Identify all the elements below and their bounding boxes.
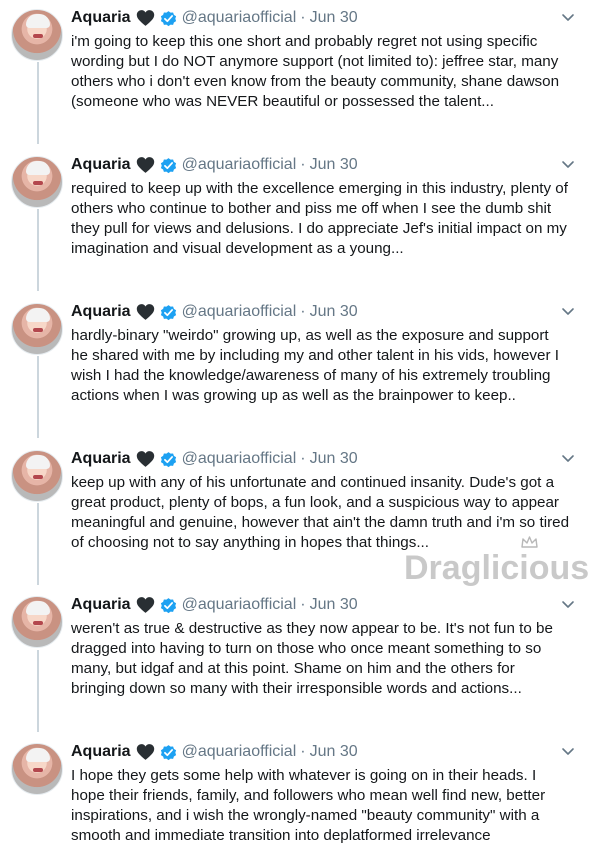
watermark: Draglicious	[404, 549, 590, 587]
tweet-header: Aquaria @aquariaofficial · Jun 30	[71, 741, 581, 763]
tweet-text-line: great product, plenty of bops, a fun loo…	[71, 494, 559, 511]
verified-badge-icon	[160, 157, 176, 173]
avatar[interactable]	[11, 743, 63, 795]
tweet[interactable]: Aquaria @aquariaofficial · Jun 30 i'm go…	[0, 7, 591, 117]
verified-badge-icon	[160, 451, 176, 467]
tweet-text-line: I hope they gets some help with whatever…	[71, 767, 537, 784]
tweet-text-line: smooth and immediate transition into dep…	[71, 827, 491, 844]
tweet-text-line: inspirations, and i wish the wrongly-nam…	[71, 807, 540, 824]
tweet-text: I hope they gets some help with whatever…	[71, 766, 586, 846]
timestamp[interactable]: Jun 30	[310, 596, 358, 614]
black-heart-icon	[136, 451, 154, 467]
display-name[interactable]: Aquaria	[71, 156, 131, 174]
black-heart-icon	[136, 157, 154, 173]
tweet-text-line: weren't as true & destructive as they no…	[71, 620, 553, 637]
tweet[interactable]: Aquaria @aquariaofficial · Jun 30 hardly…	[0, 301, 591, 411]
verified-badge-icon	[160, 744, 176, 760]
tweet-text: i'm going to keep this one short and pro…	[71, 32, 586, 112]
tweet-text-line: wording but I do NOT anymore support (no…	[71, 53, 559, 70]
tweet-text-line: meaningful and genuine, however that ain…	[71, 514, 570, 531]
tweet-text: required to keep up with the excellence …	[71, 179, 586, 259]
timestamp[interactable]: Jun 30	[310, 450, 358, 468]
handle[interactable]: @aquariaofficial	[182, 303, 297, 321]
tweet-text-line: imagination and visual development as a …	[71, 240, 404, 257]
tweet-text-line: hardly-binary "weirdo" growing up, as we…	[71, 327, 549, 344]
handle[interactable]: @aquariaofficial	[182, 156, 297, 174]
tweet-header: Aquaria @aquariaofficial · Jun 30	[71, 7, 581, 29]
black-heart-icon	[136, 744, 154, 760]
tweet-text-line: they pull for views and delusions. I do …	[71, 220, 567, 237]
tweet-text-line: i'm going to keep this one short and pro…	[71, 33, 538, 50]
tweet-text-line: he shared with me by including my and ot…	[71, 347, 559, 364]
display-name[interactable]: Aquaria	[71, 450, 131, 468]
tweet-text: hardly-binary "weirdo" growing up, as we…	[71, 326, 586, 406]
separator-dot: ·	[300, 9, 306, 26]
avatar[interactable]	[11, 9, 63, 61]
tweet[interactable]: Aquaria @aquariaofficial · Jun 30 keep u…	[0, 448, 591, 558]
display-name[interactable]: Aquaria	[71, 303, 131, 321]
handle[interactable]: @aquariaofficial	[182, 743, 297, 761]
tweet-text-line: (someone who was NEVER beautiful or poss…	[71, 93, 494, 110]
separator-dot: ·	[300, 156, 306, 173]
tweet-text: keep up with any of his unfortunate and …	[71, 473, 586, 553]
separator-dot: ·	[300, 596, 306, 613]
separator-dot: ·	[300, 450, 306, 467]
tweet-text-line: bringing down so many with their irrespo…	[71, 680, 522, 697]
crown-icon	[521, 536, 538, 548]
timestamp[interactable]: Jun 30	[310, 303, 358, 321]
tweet-header: Aquaria @aquariaofficial · Jun 30	[71, 301, 581, 323]
display-name[interactable]: Aquaria	[71, 9, 131, 27]
tweet[interactable]: Aquaria @aquariaofficial · Jun 30 I hope…	[0, 741, 591, 849]
tweet-header: Aquaria @aquariaofficial · Jun 30	[71, 448, 581, 470]
tweet-header: Aquaria @aquariaofficial · Jun 30	[71, 594, 581, 616]
verified-badge-icon	[160, 10, 176, 26]
chevron-down-icon[interactable]	[560, 450, 576, 466]
black-heart-icon	[136, 304, 154, 320]
tweet-text-line: keep up with any of his unfortunate and …	[71, 474, 555, 491]
tweet-text-line: others who i don't even know from the be…	[71, 73, 560, 90]
verified-badge-icon	[160, 304, 176, 320]
chevron-down-icon[interactable]	[560, 303, 576, 319]
avatar[interactable]	[11, 156, 63, 208]
tweet[interactable]: Aquaria @aquariaofficial · Jun 30 weren'…	[0, 594, 591, 704]
tweet-text-line: wish I had the knowledge/awareness of ma…	[71, 367, 551, 384]
tweet[interactable]: Aquaria @aquariaofficial · Jun 30 requir…	[0, 154, 591, 264]
display-name[interactable]: Aquaria	[71, 596, 131, 614]
separator-dot: ·	[300, 743, 306, 760]
black-heart-icon	[136, 597, 154, 613]
handle[interactable]: @aquariaofficial	[182, 596, 297, 614]
timestamp[interactable]: Jun 30	[310, 743, 358, 761]
handle[interactable]: @aquariaofficial	[182, 450, 297, 468]
timestamp[interactable]: Jun 30	[310, 9, 358, 27]
avatar[interactable]	[11, 303, 63, 355]
tweet-text-line: dragged into having to turn on those who…	[71, 640, 542, 657]
verified-badge-icon	[160, 597, 176, 613]
avatar[interactable]	[11, 450, 63, 502]
timestamp[interactable]: Jun 30	[310, 156, 358, 174]
tweet-text-line: required to keep up with the excellence …	[71, 180, 568, 197]
separator-dot: ·	[300, 303, 306, 320]
chevron-down-icon[interactable]	[560, 156, 576, 172]
tweet-header: Aquaria @aquariaofficial · Jun 30	[71, 154, 581, 176]
black-heart-icon	[136, 10, 154, 26]
tweet-text-line: many, but idgaf and at this point. Shame…	[71, 660, 515, 677]
avatar[interactable]	[11, 596, 63, 648]
tweet-text-line: others who continue to bother and piss m…	[71, 200, 552, 217]
chevron-down-icon[interactable]	[560, 743, 576, 759]
handle[interactable]: @aquariaofficial	[182, 9, 297, 27]
tweet-text-line: actions when I was growing up as well as…	[71, 387, 516, 404]
tweet-text-line: hope their friends, family, and follower…	[71, 787, 546, 804]
tweet-text: weren't as true & destructive as they no…	[71, 619, 586, 699]
chevron-down-icon[interactable]	[560, 596, 576, 612]
chevron-down-icon[interactable]	[560, 9, 576, 25]
display-name[interactable]: Aquaria	[71, 743, 131, 761]
